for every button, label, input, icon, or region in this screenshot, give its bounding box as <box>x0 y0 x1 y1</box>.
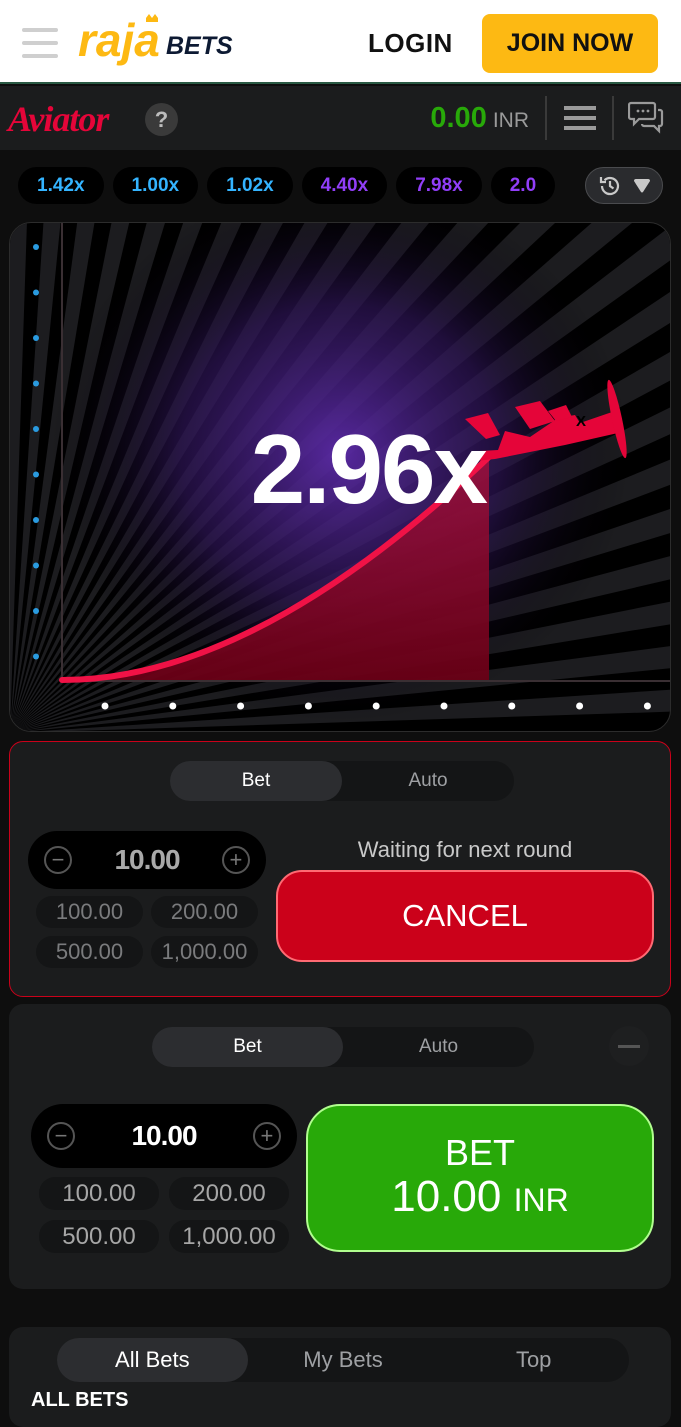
history-chip[interactable]: 1.02x <box>207 167 293 204</box>
tab-top[interactable]: Top <box>438 1338 629 1382</box>
plus-icon: + <box>229 847 243 872</box>
quick-amount-button[interactable]: 200.00 <box>151 896 258 928</box>
quick-amount-button[interactable]: 200.00 <box>169 1177 289 1210</box>
bet-button-label: BET <box>444 1131 515 1173</box>
y-axis-dot <box>33 244 39 250</box>
history-clock-icon <box>599 176 619 195</box>
question-icon: ? <box>154 106 169 132</box>
history-chip[interactable]: 1.42x <box>18 167 104 204</box>
round-status-text: Waiting for next round <box>357 837 573 862</box>
tab-bet[interactable]: Bet <box>170 761 342 801</box>
game-toolbar: Aviator ? 0.00 INR <box>0 86 681 150</box>
bet-mode-tabs: Bet Auto <box>152 1027 534 1067</box>
bet-amount-stepper: − 10.00 + <box>31 1104 297 1168</box>
history-chip[interactable]: 1.00x <box>112 167 199 204</box>
x-axis-dot <box>237 702 245 710</box>
x-axis-dot <box>643 702 651 710</box>
y-axis-dot <box>33 562 39 569</box>
x-axis-dot <box>576 702 584 710</box>
join-now-button[interactable]: JOIN NOW <box>482 14 658 73</box>
tab-my-bets[interactable]: My Bets <box>248 1338 439 1382</box>
minus-icon: − <box>51 847 65 872</box>
bets-panel: All Bets My Bets Top ALL BETS <box>9 1327 671 1427</box>
y-axis-dot <box>33 335 39 341</box>
quick-amount-button[interactable]: 1,000.00 <box>169 1220 289 1253</box>
history-toggle-button[interactable] <box>585 167 663 204</box>
tab-auto[interactable]: Auto <box>343 1027 534 1067</box>
hamburger-icon-bar <box>564 106 596 110</box>
hamburger-icon-bar <box>22 41 58 45</box>
tab-bet[interactable]: Bet <box>152 1027 343 1067</box>
multiplier-history: 1.42x 1.00x 1.02x 4.40x 7.98x 2.0 <box>0 150 681 222</box>
cancel-bet-button[interactable]: CANCEL <box>276 870 654 962</box>
place-bet-button[interactable]: BET 10.00 INR <box>306 1104 654 1252</box>
quick-amounts: 100.00 200.00 500.00 1,000.00 <box>39 1177 289 1253</box>
history-chip[interactable]: 4.40x <box>301 167 388 204</box>
hamburger-icon-bar <box>22 54 58 58</box>
balance-display: 0.00 INR <box>430 102 529 135</box>
y-axis-dot <box>33 380 39 387</box>
quick-amount-button[interactable]: 1,000.00 <box>151 936 258 968</box>
divider <box>545 96 547 140</box>
site-header: raja BETS LOGIN JOIN NOW <box>0 0 681 84</box>
rajabets-logo[interactable]: raja BETS <box>78 14 238 72</box>
current-multiplier: 2.96x <box>250 414 488 524</box>
hamburger-icon-bar <box>564 116 596 120</box>
balance-amount: 0.00 <box>430 102 487 134</box>
hamburger-icon-bar <box>564 126 596 130</box>
decrease-amount-button[interactable]: − <box>44 846 72 874</box>
bet-button-currency: INR <box>513 1181 569 1218</box>
history-chip[interactable]: 7.98x <box>396 167 482 204</box>
help-button[interactable]: ? <box>145 103 178 136</box>
y-axis-dot <box>33 608 39 614</box>
tab-auto[interactable]: Auto <box>342 761 514 801</box>
x-axis-dot <box>304 702 312 710</box>
balance-currency: INR <box>492 109 529 132</box>
minus-icon <box>618 1044 640 1048</box>
tab-all-bets[interactable]: All Bets <box>57 1338 248 1382</box>
quick-amounts: 100.00 200.00 500.00 1,000.00 <box>36 896 258 968</box>
login-button[interactable]: LOGIN <box>368 28 453 59</box>
bet-button-amount-value: 10.00 <box>391 1171 502 1221</box>
x-axis-dot <box>440 702 448 710</box>
quick-amount-button[interactable]: 100.00 <box>36 896 143 928</box>
aviator-logo: Aviator <box>8 99 109 139</box>
divider <box>612 96 614 140</box>
quick-amount-button[interactable]: 500.00 <box>39 1220 159 1253</box>
quick-amount-button[interactable]: 100.00 <box>39 1177 159 1210</box>
increase-amount-button[interactable]: + <box>252 1122 281 1150</box>
bet-button-amount: 10.00 INR <box>391 1171 569 1224</box>
bet-mode-tabs: Bet Auto <box>170 761 514 801</box>
logo-raja-text: raja <box>78 14 160 66</box>
bet-panel-2: Bet Auto − 10.00 + 100.00 200.00 500.00 … <box>9 1004 671 1289</box>
caret-down-icon <box>634 178 651 192</box>
minus-icon: − <box>54 1123 68 1148</box>
history-list[interactable]: 1.42x 1.00x 1.02x 4.40x 7.98x 2.0 <box>18 167 575 204</box>
increase-amount-button[interactable]: + <box>221 846 250 874</box>
bet-amount-input[interactable]: 10.00 <box>131 1120 197 1152</box>
bet-amount-stepper: − 10.00 + <box>28 831 266 889</box>
hamburger-icon-bar <box>22 28 58 32</box>
chat-icon[interactable] <box>628 100 664 134</box>
x-axis-dot <box>169 702 177 710</box>
plane-x-mark: X <box>576 413 586 430</box>
bets-tabs: All Bets My Bets Top <box>57 1338 629 1382</box>
remove-bet-panel-button[interactable] <box>609 1026 649 1066</box>
x-axis-dot <box>508 702 516 710</box>
bets-section-title: ALL BETS <box>31 1389 129 1411</box>
bet-panel-1: Bet Auto − 10.00 + 100.00 200.00 500.00 … <box>9 741 671 997</box>
plus-icon: + <box>260 1123 274 1148</box>
y-axis-dot <box>33 653 39 660</box>
x-axis-dot <box>101 702 109 710</box>
logo-bets-text: BETS <box>166 32 233 60</box>
x-axis-dot <box>372 702 380 710</box>
site-menu-button[interactable] <box>22 28 58 58</box>
history-chip[interactable]: 2.0 <box>490 167 556 204</box>
game-menu-button[interactable] <box>564 106 596 130</box>
quick-amount-button[interactable]: 500.00 <box>36 936 143 968</box>
bet-amount-input[interactable]: 10.00 <box>114 844 180 876</box>
game-stage: X 2.96x <box>9 222 671 732</box>
decrease-amount-button[interactable]: − <box>47 1122 75 1150</box>
y-axis-dot <box>33 289 39 296</box>
